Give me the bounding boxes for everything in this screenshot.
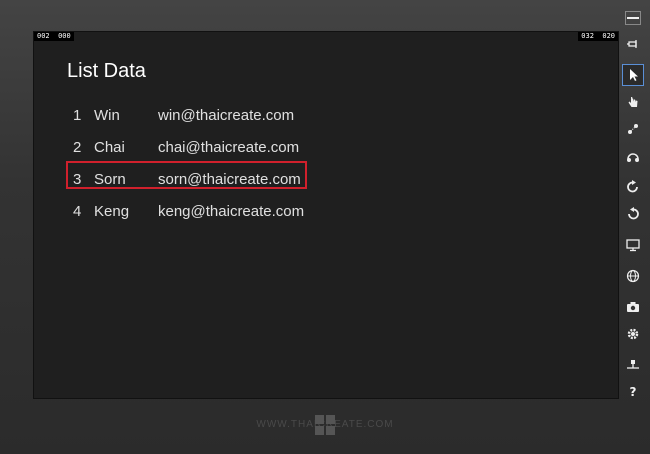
minimize-icon[interactable] [625, 11, 641, 25]
list-item[interactable]: 2 Chai chai@thaicreate.com [67, 132, 327, 164]
item-email: keng@thaicreate.com [158, 203, 305, 220]
item-id: 4 [73, 203, 82, 220]
page-title: List Data [67, 60, 146, 82]
windows-logo-icon[interactable] [315, 415, 335, 435]
rotate-counterclockwise-icon[interactable] [622, 203, 644, 225]
item-name: Keng [94, 203, 130, 220]
help-icon[interactable]: ? [622, 381, 644, 403]
network-globe-icon[interactable] [622, 265, 644, 287]
item-id: 1 [73, 107, 82, 124]
screenshot-camera-icon[interactable] [622, 296, 644, 318]
selection-highlight [66, 161, 307, 189]
item-name: Win [94, 107, 120, 124]
touch-hand-icon[interactable] [622, 91, 644, 113]
rotate-touch-icon[interactable] [622, 146, 644, 168]
resolution-monitor-icon[interactable] [622, 234, 644, 256]
rotate-clockwise-icon[interactable] [622, 176, 644, 198]
list-item[interactable]: 4 Keng keng@thaicreate.com [67, 196, 327, 228]
frame-counter-left: 002 000 [34, 32, 74, 41]
item-email: win@thaicreate.com [158, 107, 295, 124]
item-id: 2 [73, 139, 82, 156]
item-name: Chai [94, 139, 125, 156]
list-item[interactable]: 1 Win win@thaicreate.com [67, 100, 327, 132]
settings-gear-icon[interactable] [622, 323, 644, 345]
location-icon[interactable] [622, 354, 644, 376]
simulator-toolbar: ? [622, 6, 646, 406]
app-screen: 002 000 032 020 List Data 1 Win win@thai… [33, 31, 619, 399]
pin-icon[interactable] [622, 33, 644, 55]
frame-counter-right: 032 020 [578, 32, 618, 41]
pinch-zoom-icon[interactable] [622, 118, 644, 140]
item-email: chai@thaicreate.com [158, 139, 300, 156]
pointer-icon[interactable] [622, 64, 644, 86]
